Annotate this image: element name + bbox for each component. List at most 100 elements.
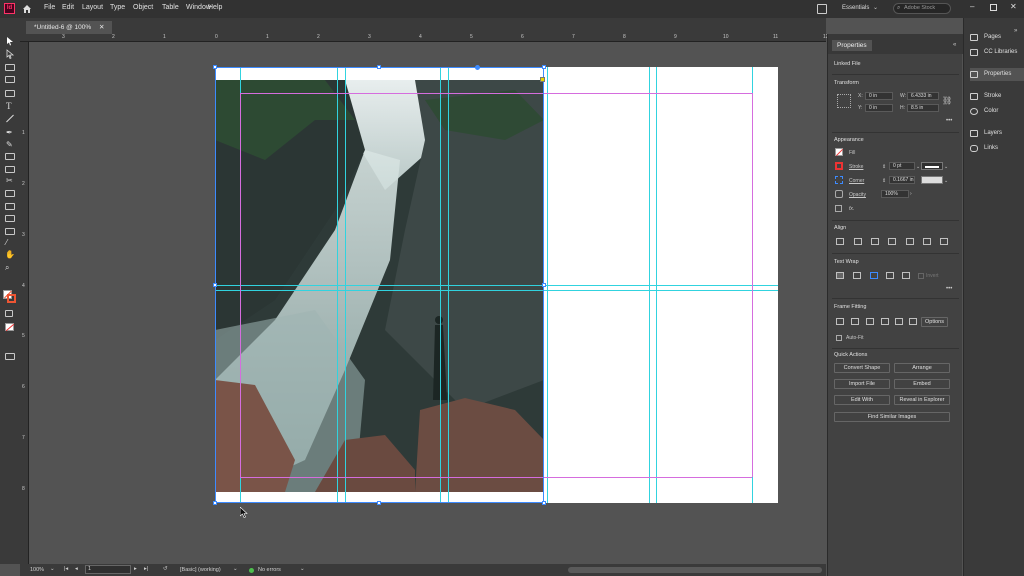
zoom-level[interactable]: 100% xyxy=(30,567,44,573)
selection-handle[interactable] xyxy=(213,501,217,505)
minimize-icon[interactable]: – xyxy=(970,2,974,11)
preflight-profile[interactable]: [Basic] (working) xyxy=(180,567,221,573)
stepper-icon[interactable]: ⇕ xyxy=(882,178,886,184)
workspace-switcher[interactable]: Essentials xyxy=(842,5,869,11)
note-tool-icon[interactable] xyxy=(5,228,15,235)
auto-fit-checkbox[interactable] xyxy=(836,335,842,341)
dock-item-properties[interactable]: Properties xyxy=(970,68,1024,81)
dock-item-links[interactable]: Links xyxy=(970,142,1024,155)
dock-item-cc-libraries[interactable]: CC Libraries xyxy=(970,46,1024,59)
fit-frame-to-content-icon[interactable] xyxy=(866,318,874,325)
pen-tool-icon[interactable]: ✒ xyxy=(6,128,13,137)
more-options-icon[interactable]: ••• xyxy=(946,286,952,292)
selection-handle[interactable] xyxy=(377,65,381,69)
page-switch-icon[interactable]: ↺ xyxy=(163,566,168,572)
no-wrap-icon[interactable] xyxy=(836,272,844,279)
menu-object[interactable]: Object xyxy=(133,4,153,11)
gap-tool-icon[interactable] xyxy=(5,76,15,83)
align-right-icon[interactable] xyxy=(888,238,896,245)
dock-item-pages[interactable]: Pages xyxy=(970,31,1024,44)
gradient-swatch-tool-icon[interactable] xyxy=(5,203,15,210)
home-icon[interactable] xyxy=(22,4,32,14)
corner-widget[interactable] xyxy=(540,77,545,82)
selection-tool-icon[interactable] xyxy=(5,36,15,46)
type-tool-icon[interactable]: T xyxy=(6,101,12,111)
corner-size-field[interactable]: 0.1667 in xyxy=(889,176,915,184)
tab-close-icon[interactable]: ✕ xyxy=(99,24,104,31)
stepper-icon[interactable]: ⇕ xyxy=(882,164,886,170)
wrap-object-shape-icon[interactable] xyxy=(870,272,878,279)
selection-handle[interactable] xyxy=(377,501,381,505)
tab-properties[interactable]: Properties xyxy=(832,40,872,51)
corner-label[interactable]: Corner xyxy=(849,178,864,184)
convert-shape-button[interactable]: Convert Shape xyxy=(834,363,890,373)
first-page-icon[interactable]: |◂ xyxy=(64,566,68,572)
wrap-bounding-box-icon[interactable] xyxy=(853,272,861,279)
corner-icon[interactable] xyxy=(835,176,843,184)
dock-item-color[interactable]: Color xyxy=(970,105,1024,118)
apply-none-icon[interactable] xyxy=(5,323,15,332)
next-page-icon[interactable]: ▸ xyxy=(134,566,137,572)
line-tool-icon[interactable] xyxy=(6,114,14,123)
jump-next-column-icon[interactable] xyxy=(902,272,910,279)
selection-handle[interactable] xyxy=(542,501,546,505)
constrain-proportions-icon[interactable]: ⛓ xyxy=(942,96,952,105)
align-top-icon[interactable] xyxy=(906,238,914,245)
selection-handle[interactable] xyxy=(542,65,546,69)
hand-tool-icon[interactable]: ✋ xyxy=(5,250,15,259)
previous-page-icon[interactable]: ◂ xyxy=(75,566,78,572)
panel-collapse-icon[interactable]: « xyxy=(953,42,956,48)
reference-point-icon[interactable] xyxy=(837,94,851,108)
align-center-icon[interactable] xyxy=(871,238,879,245)
chevron-down-icon[interactable]: ⌄ xyxy=(300,566,305,572)
rectangle-frame-tool-icon[interactable] xyxy=(5,153,15,160)
direct-selection-tool-icon[interactable] xyxy=(5,49,15,60)
opacity-field[interactable]: 100% xyxy=(881,190,909,198)
page-number-field[interactable]: 1 xyxy=(85,565,131,574)
chevron-down-icon[interactable]: ⌄ xyxy=(233,566,238,572)
fit-content-proportionally-icon[interactable] xyxy=(851,318,859,325)
stroke-label[interactable]: Stroke xyxy=(849,164,863,170)
find-similar-images-button[interactable]: Find Similar Images xyxy=(834,412,950,422)
menu-edit[interactable]: Edit xyxy=(62,4,74,11)
menu-window[interactable]: Help xyxy=(208,4,222,11)
scissors-tool-icon[interactable]: ✂ xyxy=(6,176,13,185)
eyedropper-tool-icon[interactable]: ⁄ xyxy=(6,238,7,247)
free-transform-tool-icon[interactable] xyxy=(5,190,15,197)
adobe-stock-search[interactable]: ⌕ Adobe Stock xyxy=(893,3,951,14)
arrange-button[interactable]: Arrange xyxy=(894,363,950,373)
content-collector-icon[interactable] xyxy=(5,90,15,97)
content-aware-fit-icon[interactable] xyxy=(909,318,917,325)
chevron-down-icon[interactable]: ⌄ xyxy=(916,164,920,170)
more-options-icon[interactable]: ••• xyxy=(946,118,952,124)
stroke-weight-field[interactable]: 0 pt xyxy=(889,162,915,170)
selection-handle[interactable] xyxy=(213,65,217,69)
restore-icon[interactable] xyxy=(990,4,997,11)
options-button[interactable]: Options xyxy=(921,317,948,327)
screen-mode-icon[interactable] xyxy=(5,353,15,360)
chevron-down-icon[interactable]: ⌄ xyxy=(50,566,55,572)
stroke-swatch-icon[interactable] xyxy=(835,162,843,170)
frame-selection[interactable] xyxy=(215,67,544,503)
menu-file[interactable]: File xyxy=(44,4,55,11)
menu-table[interactable]: Table xyxy=(162,4,179,11)
stroke-type-select[interactable] xyxy=(921,162,943,170)
preflight-errors[interactable]: No errors xyxy=(258,567,281,573)
formatting-container-icon[interactable] xyxy=(5,310,13,317)
x-field[interactable]: 0 in xyxy=(865,92,893,100)
rectangle-tool-icon[interactable] xyxy=(5,166,15,173)
zoom-tool-icon[interactable]: ⌕ xyxy=(5,263,9,273)
horizontal-scrollbar[interactable] xyxy=(568,567,822,573)
jump-object-icon[interactable] xyxy=(886,272,894,279)
height-field[interactable]: 8.5 in xyxy=(907,104,939,112)
content-grabber[interactable] xyxy=(475,65,480,70)
y-field[interactable]: 0 in xyxy=(865,104,893,112)
width-field[interactable]: 6.4333 in xyxy=(907,92,939,100)
chevron-down-icon[interactable]: ⌄ xyxy=(944,178,948,184)
chevron-down-icon[interactable]: ⌄ xyxy=(944,164,948,170)
chevron-right-icon[interactable]: › xyxy=(910,191,912,197)
app-logo[interactable]: Id xyxy=(4,3,15,14)
selection-handle[interactable] xyxy=(542,283,546,287)
embed-button[interactable]: Embed xyxy=(894,379,950,389)
selection-handle[interactable] xyxy=(213,283,217,287)
